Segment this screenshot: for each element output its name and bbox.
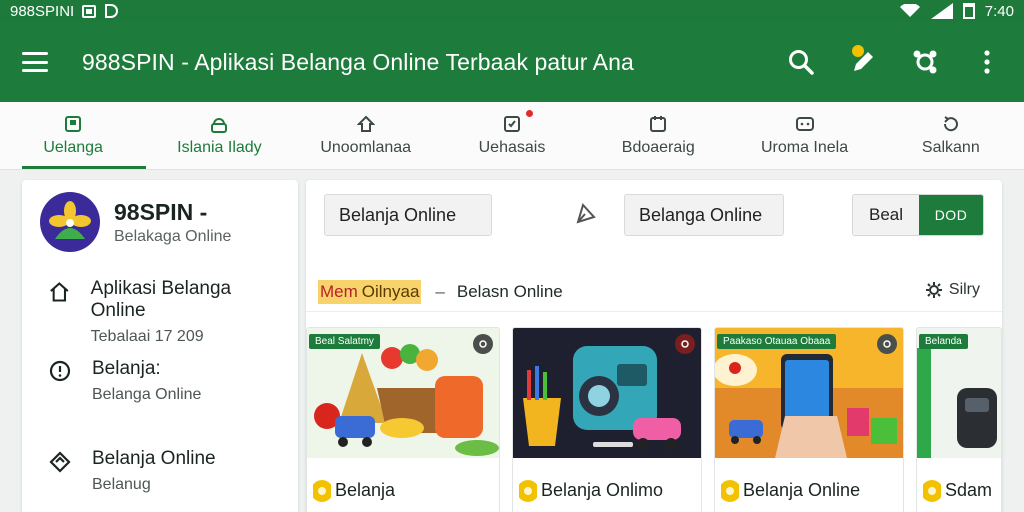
seg-dod-button[interactable]: DOD (919, 195, 983, 235)
search-field-2[interactable]: Belanga Online (624, 194, 784, 236)
home-icon (50, 282, 69, 302)
app-bar: 988SPIN - Aplikasi Belanga Online Terbaa… (0, 22, 1024, 102)
status-carrier-text: 988SPINI (10, 2, 75, 20)
card-title: Belanja Online (743, 480, 861, 500)
sidebar-item-subtitle: Belanug (92, 476, 151, 493)
share-icon (913, 50, 937, 74)
tab-uehasais[interactable]: Uehasais (439, 102, 585, 169)
card-menu-icon[interactable] (473, 334, 493, 354)
diamond-icon (49, 451, 71, 473)
card-menu-icon[interactable] (877, 334, 897, 354)
menu-icon[interactable] (22, 52, 48, 72)
sidebar-item-belanja-online[interactable]: Belanja Online Belanug (22, 448, 298, 494)
refresh-icon (943, 115, 958, 131)
tab-islania[interactable]: Islania Ilady (146, 102, 292, 169)
product-card[interactable]: Beal Salatmy Belanja (306, 327, 500, 512)
product-card[interactable]: Belanja Onlimo (512, 327, 702, 512)
filter-highlight-b[interactable]: Oilnyaa (359, 279, 422, 304)
lock-icon (211, 117, 228, 133)
battery-icon (962, 3, 975, 19)
tab-label: Unoomlanaa (320, 138, 412, 156)
gear-icon (925, 282, 942, 298)
brand-subtitle: Belakaga Online (114, 227, 232, 245)
square-icon (65, 115, 82, 132)
segmented-control: Beal DOD (852, 194, 984, 236)
sidebar-item-title: Belanja: (92, 358, 161, 379)
wifi-icon (899, 4, 920, 17)
calendar-icon (650, 115, 667, 132)
card-title: Belanja Onlimo (541, 480, 664, 500)
sidebar-item-subtitle: Belanga Online (92, 386, 202, 403)
status-time: 7:40 (984, 2, 1014, 20)
more-button[interactable] (972, 47, 1002, 77)
filter-highlight-a[interactable]: Mem (318, 279, 360, 304)
brand-header: 98SPIN - Belakaga Online (22, 180, 298, 264)
signal-icon (930, 3, 953, 19)
card-tag: Beal Salatmy (309, 334, 380, 349)
pen-tool-icon (576, 203, 596, 224)
tab-bar: Uelanga Islania Ilady Unoomlanaa Uehasai… (0, 102, 1024, 170)
pen-button[interactable] (568, 194, 604, 236)
flower-logo-icon (49, 201, 91, 239)
search-icon (789, 50, 814, 75)
card-tag: Belanda (919, 334, 968, 349)
coin-icon (721, 480, 739, 502)
tab-salkann[interactable]: Salkann (878, 102, 1024, 169)
product-card[interactable]: Belanda Sdam (916, 327, 1002, 512)
brand-name: 98SPIN - (114, 198, 208, 225)
tab-label: Uroma Inela (760, 138, 849, 156)
card-title: Sdam (945, 480, 993, 500)
tab-bdoaeraig[interactable]: Bdoaeraig (585, 102, 731, 169)
sidebar-item-aplikasi[interactable]: Aplikasi Belanga Online Tebalaai 17 209 (22, 278, 298, 346)
seg-beal-button[interactable]: Beal (853, 195, 919, 235)
product-card[interactable]: Paakaso Otauaa Obaaa Belanja Online (714, 327, 904, 512)
tab-unoomlanaa[interactable]: Unoomlanaa (293, 102, 439, 169)
coin-icon (519, 480, 537, 502)
tab-uroma-inela[interactable]: Uroma Inela (731, 102, 877, 169)
sidebar-item-title: Belanja Online (92, 448, 216, 469)
filter-dash: – (435, 281, 445, 301)
d-notification-icon (105, 4, 119, 18)
filter-settings-button[interactable]: Silry (925, 281, 980, 299)
more-vert-icon (984, 50, 990, 74)
app-title: 988SPIN - Aplikasi Belanga Online Terbaa… (82, 48, 634, 75)
chat-icon (795, 116, 814, 131)
share-button[interactable] (910, 47, 940, 77)
sidebar-item-belanja[interactable]: Belanja: Belanga Online (22, 358, 298, 404)
status-bar: 988SPINI 7:40 (0, 0, 1024, 22)
tab-label: Salkann (921, 138, 980, 156)
card-tag: Paakaso Otauaa Obaaa (717, 334, 837, 349)
filter-text[interactable]: Belasn Online (457, 282, 563, 302)
main-panel: Belanja Online Belanga Online Beal DOD M… (306, 180, 1002, 512)
filter-right-label: Silry (948, 281, 980, 298)
notification-dot (525, 110, 533, 117)
tab-label: Uelanga (43, 138, 103, 156)
coin-icon (313, 480, 331, 502)
search-button[interactable] (786, 47, 816, 77)
sidebar-item-subtitle: Tebalaai 17 209 (90, 328, 204, 345)
product-image-gadgets (513, 328, 701, 458)
filter-row: Mem Oilnyaa – Belasn Online Silry (306, 272, 1002, 312)
alert-icon (49, 360, 71, 382)
coin-icon (923, 480, 941, 502)
search-field-1[interactable]: Belanja Online (324, 194, 492, 236)
up-icon (356, 115, 375, 132)
edit-button[interactable] (848, 45, 878, 77)
check-icon (503, 115, 520, 132)
tab-label: Islania Ilady (177, 138, 262, 156)
brand-logo (40, 192, 100, 252)
tab-label: Uehasais (478, 138, 546, 156)
sidebar-item-title: Aplikasi Belanga Online (90, 278, 232, 321)
tab-label: Bdoaeraig (621, 138, 695, 156)
coin-badge (852, 45, 864, 57)
tab-uelanga[interactable]: Uelanga (0, 102, 147, 169)
card-title: Belanja (335, 480, 396, 500)
card-menu-icon[interactable] (675, 334, 695, 354)
sidebar-panel: 98SPIN - Belakaga Online Aplikasi Belang… (22, 180, 298, 512)
notification-icon (82, 4, 97, 18)
